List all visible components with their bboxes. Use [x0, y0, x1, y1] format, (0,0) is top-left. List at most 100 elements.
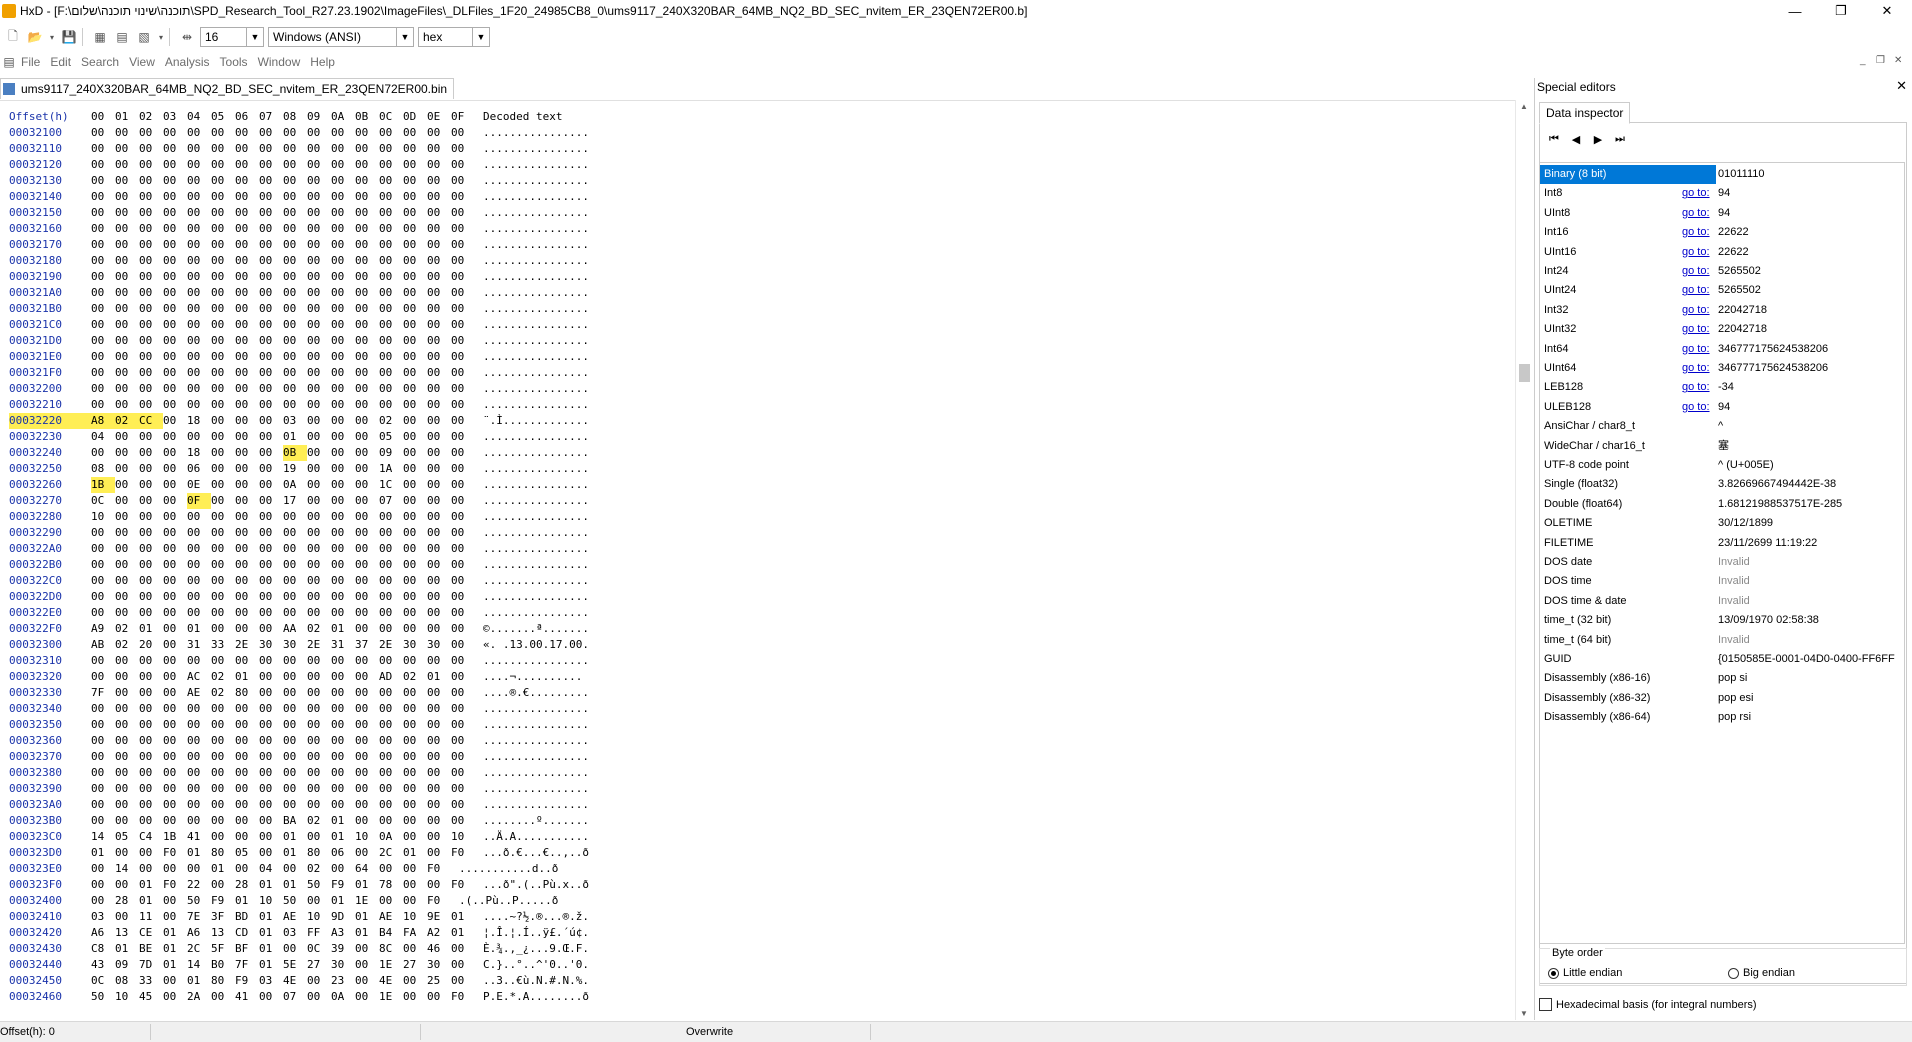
hex-byte[interactable]: 00	[307, 685, 331, 701]
hex-byte[interactable]: 00	[451, 365, 475, 381]
hex-byte[interactable]: 00	[379, 541, 403, 557]
hex-byte[interactable]: 78	[379, 877, 403, 893]
hex-byte[interactable]: 00	[211, 653, 235, 669]
hex-byte[interactable]: 00	[91, 877, 115, 893]
hex-byte[interactable]: 00	[235, 269, 259, 285]
hex-byte[interactable]: AE	[187, 685, 211, 701]
goto-link[interactable]: go to:	[1682, 223, 1710, 242]
hex-row[interactable]: 00032210 00 00 00 00 00 00 00 00 00 00 00 00 00 00 00 00…	[9, 397, 589, 413]
hex-byte[interactable]: 00	[91, 221, 115, 237]
hex-byte[interactable]: 00	[355, 157, 379, 173]
hex-byte[interactable]: 10	[355, 829, 379, 845]
hex-byte[interactable]: 00	[451, 333, 475, 349]
hex-byte[interactable]: 00	[259, 189, 283, 205]
hex-byte[interactable]: 9E	[427, 909, 451, 925]
hex-row[interactable]: 00032420 A6 13 CE 01 A6 13 CD 01 03 FF A3 01 B4 FA A2 01…	[9, 925, 589, 941]
hex-byte[interactable]: 00	[403, 813, 427, 829]
hex-byte[interactable]: 00	[187, 573, 211, 589]
row-bytes[interactable]: A8 02 CC 00 18 00 00 00 03 00 00 00 02 00 00 00	[91, 413, 475, 429]
hex-byte[interactable]: 00	[331, 477, 355, 493]
hex-byte[interactable]: 00	[379, 813, 403, 829]
hex-byte[interactable]: 00	[139, 749, 163, 765]
hex-byte[interactable]: 00	[427, 541, 451, 557]
hex-byte[interactable]: 00	[187, 429, 211, 445]
inspector-value[interactable]: 5265502	[1718, 262, 1904, 281]
hex-byte[interactable]: 00	[331, 269, 355, 285]
hex-byte[interactable]: 00	[379, 205, 403, 221]
hex-byte[interactable]: 00	[451, 141, 475, 157]
hex-byte[interactable]: 00	[91, 541, 115, 557]
inspector-value[interactable]: {0150585E-0001-04D0-0400-FF6FF	[1718, 650, 1904, 669]
hex-byte[interactable]: 00	[451, 701, 475, 717]
hex-byte[interactable]: 00	[307, 701, 331, 717]
hex-byte[interactable]: 10	[307, 909, 331, 925]
hex-byte[interactable]: 00	[163, 221, 187, 237]
hex-byte[interactable]: 80	[211, 845, 235, 861]
hex-byte[interactable]: 00	[211, 269, 235, 285]
hex-byte[interactable]: 00	[211, 349, 235, 365]
hex-byte[interactable]: 00	[163, 349, 187, 365]
hex-byte[interactable]: 00	[115, 237, 139, 253]
hex-row[interactable]: 00032150 00 00 00 00 00 00 00 00 00 00 00 00 00 00 00 00…	[9, 205, 589, 221]
hex-editor-pane[interactable]: Offset(h) 00 01 02 03 04 05 06 07 08 09 0A 0B 0C 0D 0E 0…	[0, 100, 1532, 1021]
row-decoded-text[interactable]: ................	[483, 365, 589, 381]
hex-byte[interactable]: 00	[163, 637, 187, 653]
hex-byte[interactable]: 5E	[283, 957, 307, 973]
hex-byte[interactable]: 00	[211, 301, 235, 317]
hex-byte[interactable]: 00	[451, 573, 475, 589]
hex-byte[interactable]: 00	[403, 621, 427, 637]
hex-byte[interactable]: 00	[355, 813, 379, 829]
hex-byte[interactable]: 50	[187, 893, 211, 909]
hex-byte[interactable]: 00	[139, 781, 163, 797]
hex-byte[interactable]: 00	[355, 749, 379, 765]
hex-byte[interactable]: 00	[163, 781, 187, 797]
hex-basis-checkbox[interactable]: Hexadecimal basis (for integral numbers)	[1539, 998, 1757, 1011]
inspector-row[interactable]: GUID {0150585E-0001-04D0-0400-FF6FF	[1540, 650, 1904, 669]
row-decoded-text[interactable]: ................	[483, 477, 589, 493]
row-decoded-text[interactable]: ...........d..ð	[459, 861, 558, 877]
hex-byte[interactable]: 00	[139, 173, 163, 189]
hex-byte[interactable]: 00	[451, 205, 475, 221]
charset-select[interactable]: Windows (ANSI) ▼	[268, 27, 414, 47]
hex-byte[interactable]: 00	[91, 781, 115, 797]
hex-byte[interactable]: 00	[211, 717, 235, 733]
hex-byte[interactable]: 00	[355, 317, 379, 333]
hex-byte[interactable]: 4E	[283, 973, 307, 989]
hex-byte[interactable]: 00	[187, 141, 211, 157]
hex-byte[interactable]: 03	[283, 925, 307, 941]
row-bytes[interactable]: 00 28 01 00 50 F9 01 10 50 00 01 1E 00 00 F0	[91, 893, 451, 909]
hex-byte[interactable]: 00	[211, 365, 235, 381]
row-bytes[interactable]: 00 00 00 00 00 00 00 00 00 00 00 00 00 00 00 00	[91, 269, 475, 285]
hex-byte[interactable]: 00	[91, 397, 115, 413]
hex-byte[interactable]: 00	[91, 573, 115, 589]
menu-tools[interactable]: Tools	[215, 55, 253, 69]
hex-byte[interactable]: 00	[163, 285, 187, 301]
hex-byte[interactable]: 00	[331, 317, 355, 333]
document-tab[interactable]: ums9117_240X320BAR_64MB_NQ2_BD_SEC_nvite…	[0, 78, 455, 99]
scroll-up-icon[interactable]: ▲	[1520, 102, 1528, 111]
hex-byte[interactable]: 00	[379, 733, 403, 749]
inspector-value[interactable]: 94	[1718, 204, 1904, 223]
row-decoded-text[interactable]: ¦.Î.¦.Í..ÿ£.´ú¢.	[483, 925, 589, 941]
hex-byte[interactable]: 00	[331, 797, 355, 813]
hex-byte[interactable]: 4E	[379, 973, 403, 989]
hex-byte[interactable]: 00	[187, 189, 211, 205]
hex-byte[interactable]: 00	[91, 701, 115, 717]
hex-byte[interactable]: B4	[379, 925, 403, 941]
hex-byte[interactable]: 00	[283, 221, 307, 237]
row-decoded-text[interactable]: ................	[483, 717, 589, 733]
hex-byte[interactable]: 01	[331, 893, 355, 909]
hex-byte[interactable]: 00	[379, 349, 403, 365]
hex-byte[interactable]: 00	[427, 781, 451, 797]
hex-byte[interactable]: BF	[235, 941, 259, 957]
hex-byte[interactable]: 00	[331, 557, 355, 573]
hex-byte[interactable]: 00	[451, 461, 475, 477]
hex-byte[interactable]: 05	[379, 429, 403, 445]
hex-byte[interactable]: 00	[331, 493, 355, 509]
hex-byte[interactable]: 1A	[379, 461, 403, 477]
hex-byte[interactable]: 00	[283, 189, 307, 205]
hex-byte[interactable]: 00	[259, 125, 283, 141]
hex-byte[interactable]: 00	[235, 605, 259, 621]
hex-byte[interactable]: 00	[235, 733, 259, 749]
hex-byte[interactable]: 00	[115, 381, 139, 397]
